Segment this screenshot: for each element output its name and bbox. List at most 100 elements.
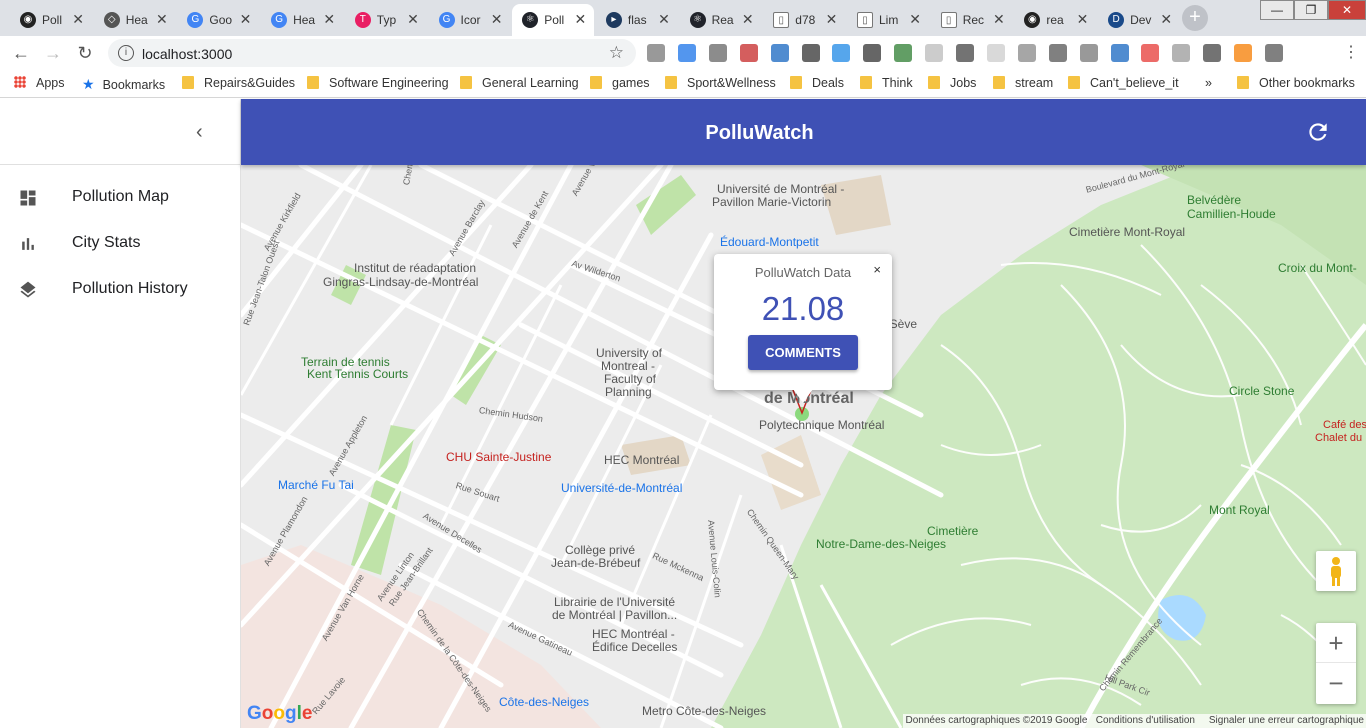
- extension-icon[interactable]: [1234, 44, 1253, 62]
- extension-icon[interactable]: [1172, 44, 1191, 62]
- extension-icon[interactable]: [1141, 44, 1160, 62]
- browser-tab[interactable]: ▯ d78 ✕: [763, 4, 845, 36]
- close-tab-icon[interactable]: ✕: [1160, 11, 1172, 28]
- bookmark-item[interactable]: Deals: [790, 76, 844, 90]
- map-place-label[interactable]: Côte-des-Neiges: [499, 695, 589, 709]
- refresh-icon[interactable]: [1305, 119, 1331, 145]
- map-place-label[interactable]: Institut de réadaptation: [354, 261, 476, 275]
- extension-icon[interactable]: [1017, 44, 1036, 62]
- extension-icon[interactable]: [647, 44, 665, 62]
- close-tab-icon[interactable]: ✕: [1077, 11, 1089, 28]
- map-place-label[interactable]: Cimetière: [927, 524, 978, 538]
- extension-icon[interactable]: [986, 44, 1005, 62]
- maximize-button[interactable]: ❐: [1294, 0, 1328, 20]
- browser-tab[interactable]: G Icor ✕: [429, 4, 511, 36]
- extension-icon[interactable]: [708, 44, 727, 62]
- minimize-button[interactable]: —: [1260, 0, 1294, 20]
- map-place-label[interactable]: University of: [596, 346, 662, 360]
- popup-close-button[interactable]: ×: [873, 262, 881, 277]
- map-place-label[interactable]: Université-de-Montréal: [561, 481, 682, 495]
- browser-tab[interactable]: T Typ ✕: [345, 4, 427, 36]
- map-place-label[interactable]: Marché Fu Tai: [278, 478, 354, 492]
- browser-tab[interactable]: ▸ flas ✕: [596, 4, 678, 36]
- map-place-label[interactable]: Université de Montréal -: [717, 182, 844, 196]
- map-place-label[interactable]: Camillien-Houde: [1187, 207, 1276, 221]
- extension-icon[interactable]: [770, 44, 789, 62]
- browser-tab[interactable]: G Hea ✕: [261, 4, 343, 36]
- close-tab-icon[interactable]: ✕: [72, 11, 84, 28]
- extension-icon[interactable]: [925, 44, 944, 62]
- close-tab-icon[interactable]: ✕: [407, 11, 419, 28]
- browser-tab[interactable]: ◇ Hea ✕: [94, 4, 176, 36]
- bookmark-item[interactable]: Software Engineering: [307, 76, 449, 90]
- map-place-label[interactable]: Croix du Mont-: [1278, 261, 1357, 275]
- close-tab-icon[interactable]: ✕: [574, 11, 586, 28]
- browser-tab[interactable]: ⚛ Rea ✕: [680, 4, 762, 36]
- map-place-label[interactable]: Belvédère: [1187, 193, 1241, 207]
- map-place-label[interactable]: Librairie de l'Université: [554, 595, 675, 609]
- close-window-button[interactable]: ✕: [1328, 0, 1366, 20]
- map-place-label[interactable]: Café des: [1323, 419, 1366, 431]
- zoom-in-button[interactable]: +: [1316, 623, 1356, 663]
- pollution-map[interactable]: Université de Montréal - Pavillon Marie-V…: [241, 165, 1366, 728]
- extension-icon[interactable]: [1048, 44, 1067, 62]
- bookmark-star-icon[interactable]: ☆: [609, 43, 624, 63]
- map-place-label[interactable]: HEC Montréal: [604, 453, 679, 467]
- browser-tab[interactable]: ▯ Rec ✕: [931, 4, 1013, 36]
- new-tab-button[interactable]: +: [1182, 5, 1208, 31]
- browser-tab[interactable]: ◉ Poll ✕: [10, 4, 92, 36]
- extension-icon[interactable]: [1079, 44, 1098, 62]
- map-place-label[interactable]: Faculty of: [604, 372, 656, 386]
- bookmark-item[interactable]: General Learning: [460, 76, 579, 90]
- extension-icon[interactable]: [739, 44, 758, 62]
- nav-item-pollution-map[interactable]: Pollution Map: [0, 175, 240, 221]
- nav-item-city-stats[interactable]: City Stats: [0, 221, 240, 267]
- address-bar[interactable]: i localhost:3000 ☆: [108, 39, 636, 67]
- map-place-label[interactable]: HEC Montréal -: [592, 627, 675, 641]
- map-place-label[interactable]: Édifice Decelles: [592, 640, 677, 654]
- map-place-label[interactable]: Gingras-Lindsay-de-Montréal: [323, 275, 478, 289]
- map-place-label[interactable]: de Montréal | Pavillon...: [552, 608, 677, 622]
- map-place-label[interactable]: Jean-de-Brébeuf: [551, 556, 640, 570]
- map-place-label[interactable]: Polytechnique Montréal: [759, 418, 884, 432]
- bookmark-item[interactable]: stream: [993, 76, 1053, 90]
- menu-icon[interactable]: ⋮: [1340, 42, 1362, 64]
- street-view-pegman[interactable]: [1316, 551, 1356, 591]
- extension-icon[interactable]: [832, 44, 851, 62]
- bookmark-item[interactable]: Apps: [14, 76, 65, 90]
- map-place-label[interactable]: Montreal -: [601, 359, 655, 373]
- bookmark-item[interactable]: Sport&Wellness: [665, 76, 776, 90]
- close-tab-icon[interactable]: ✕: [323, 11, 335, 28]
- map-place-label[interactable]: Cimetière Mont-Royal: [1069, 225, 1185, 239]
- collapse-drawer-icon[interactable]: ‹: [196, 121, 203, 144]
- close-tab-icon[interactable]: ✕: [491, 11, 503, 28]
- nav-item-pollution-history[interactable]: Pollution History: [0, 267, 240, 313]
- map-place-label[interactable]: Chalet du Mon: [1315, 432, 1366, 444]
- bookmark-item[interactable]: Repairs&Guides: [182, 76, 295, 90]
- map-place-label[interactable]: Metro Côte-des-Neiges: [642, 704, 766, 718]
- more-bookmarks-button[interactable]: »: [1205, 76, 1212, 90]
- browser-tab[interactable]: G Goo ✕: [177, 4, 259, 36]
- site-info-icon[interactable]: i: [118, 45, 134, 61]
- close-tab-icon[interactable]: ✕: [742, 11, 754, 28]
- map-place-label[interactable]: Pavillon Marie-Victorin: [712, 195, 831, 209]
- map-place-label[interactable]: Circle Stone: [1229, 384, 1294, 398]
- bookmark-item[interactable]: ★ Bookmarks: [82, 76, 165, 93]
- extension-icon[interactable]: [1203, 44, 1222, 62]
- bookmark-item[interactable]: Jobs: [928, 76, 976, 90]
- close-tab-icon[interactable]: ✕: [658, 11, 670, 28]
- close-tab-icon[interactable]: ✕: [993, 11, 1005, 28]
- report-error-link[interactable]: Signaler une erreur cartographique: [1209, 715, 1364, 726]
- browser-tab[interactable]: ◉ rea ✕: [1014, 4, 1096, 36]
- extension-icon[interactable]: [1110, 44, 1129, 62]
- forward-button[interactable]: →: [42, 42, 64, 64]
- extension-icon[interactable]: [801, 44, 820, 62]
- map-place-label[interactable]: Kent Tennis Courts: [307, 367, 408, 381]
- comments-button[interactable]: COMMENTS: [748, 335, 858, 370]
- map-place-label[interactable]: CHU Sainte-Justine: [446, 450, 551, 464]
- browser-tab[interactable]: ⚛ Poll ✕: [512, 4, 595, 36]
- bookmark-item[interactable]: games: [590, 76, 650, 90]
- close-tab-icon[interactable]: ✕: [909, 11, 921, 28]
- close-tab-icon[interactable]: ✕: [156, 11, 168, 28]
- extension-icon[interactable]: [677, 44, 696, 62]
